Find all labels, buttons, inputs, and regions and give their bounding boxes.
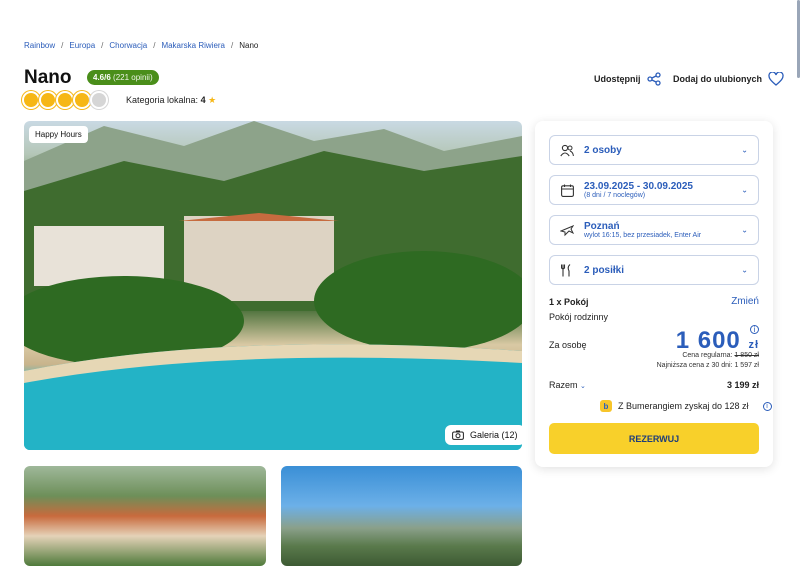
share-icon xyxy=(646,72,661,86)
calendar-icon xyxy=(560,183,574,197)
sun-icon xyxy=(41,93,55,107)
dates-select[interactable]: 23.09.2025 - 30.09.2025 (8 dni / 7 nocleg… xyxy=(549,175,759,205)
booking-panel: 2 osoby ⌄ 23.09.2025 - 30.09.2025 (8 dni … xyxy=(535,121,773,467)
chevron-down-icon: ⌄ xyxy=(741,185,748,195)
room-count: 1 x Pokój xyxy=(549,297,589,307)
favorite-button[interactable]: Dodaj do ulubionych xyxy=(673,72,784,86)
gallery-button[interactable]: Galeria (12) xyxy=(445,425,525,445)
reserve-button[interactable]: REZERWUJ xyxy=(549,423,759,454)
breadcrumb-chorwacja[interactable]: Chorwacja xyxy=(109,41,147,50)
hero-landscape-image xyxy=(24,121,522,450)
thumbnail-photo-1[interactable] xyxy=(24,466,266,566)
total-value: 3 199 zł xyxy=(726,380,759,390)
camera-icon xyxy=(452,430,464,440)
share-button[interactable]: Udostępnij xyxy=(594,72,661,86)
heart-icon xyxy=(768,72,784,86)
total-row: Razem ⌄ 3 199 zł xyxy=(549,380,759,390)
room-type: Pokój rodzinny xyxy=(549,312,609,322)
hero-photo[interactable] xyxy=(24,121,522,450)
local-category: Kategoria lokalna: 4 ★ xyxy=(126,95,217,105)
chevron-down-icon: ⌄ xyxy=(580,383,586,390)
cutlery-icon xyxy=(560,263,574,277)
breadcrumb: Rainbow / Europa / Chorwacja / Makarska Riw… xyxy=(24,41,259,50)
info-icon[interactable]: i xyxy=(750,325,759,334)
sun-empty-icon xyxy=(92,93,106,107)
happy-hours-badge: Happy Hours xyxy=(29,126,88,143)
breadcrumb-europa[interactable]: Europa xyxy=(69,41,95,50)
chevron-down-icon: ⌄ xyxy=(741,145,748,155)
sun-icon xyxy=(58,93,72,107)
category-suns xyxy=(24,93,106,107)
change-room-link[interactable]: Zmień xyxy=(731,296,759,307)
breadcrumb-rainbow[interactable]: Rainbow xyxy=(24,41,55,50)
chevron-down-icon: ⌄ xyxy=(741,265,748,275)
page-title: Nano xyxy=(24,67,72,88)
chevron-down-icon: ⌄ xyxy=(741,225,748,235)
departure-select[interactable]: Poznań wylot 16:15, bez przesiadek, Enter… xyxy=(549,215,759,245)
star-icon: ★ xyxy=(208,95,217,105)
info-icon[interactable]: i xyxy=(762,401,772,411)
rating-reviews: (221 opinii) xyxy=(113,73,153,82)
sun-icon xyxy=(75,93,89,107)
breadcrumb-current: Nano xyxy=(239,41,259,50)
persons-icon xyxy=(560,143,574,157)
room-row: 1 x Pokój Zmień xyxy=(549,296,759,307)
rating-badge[interactable]: 4.6/6 (221 opinii) xyxy=(87,70,159,85)
meals-select[interactable]: 2 posiłki ⌄ xyxy=(549,255,759,285)
sun-icon xyxy=(24,93,38,107)
breadcrumb-makarska[interactable]: Makarska Riwiera xyxy=(161,41,225,50)
boomerang-logo-icon: b xyxy=(600,400,612,412)
boomerang-info: b Z Bumerangiem zyskaj do 128 zł i xyxy=(600,400,772,412)
rating-value: 4.6/6 xyxy=(93,73,111,82)
total-label[interactable]: Razem xyxy=(549,380,578,390)
plane-icon xyxy=(560,223,574,237)
regular-price-info: Cena regularna: 1 850 zł Najniższa cena … xyxy=(656,352,759,369)
thumbnail-photo-2[interactable] xyxy=(281,466,522,566)
persons-select[interactable]: 2 osoby ⌄ xyxy=(549,135,759,165)
